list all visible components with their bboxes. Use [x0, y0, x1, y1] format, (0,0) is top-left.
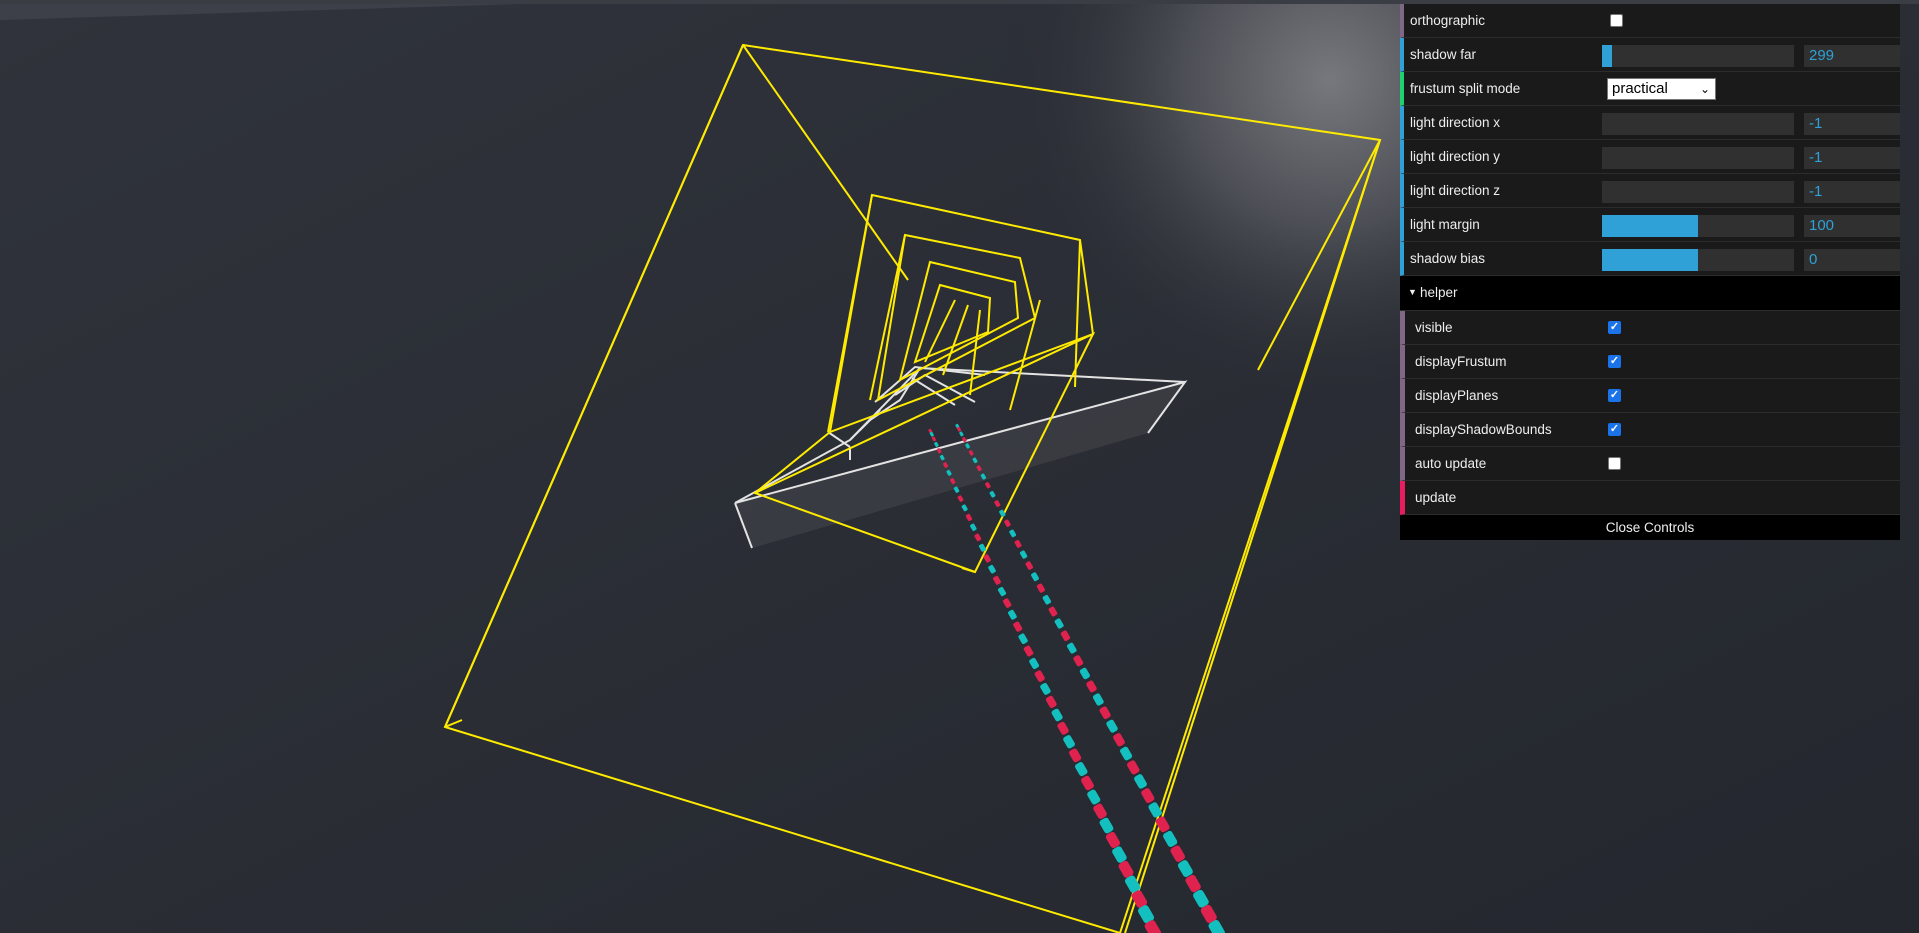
shadow-far-slider[interactable]	[1602, 45, 1794, 67]
update-button[interactable]: update	[1400, 481, 1900, 515]
close-controls-button[interactable]: Close Controls	[1400, 515, 1900, 540]
shadow-far-label: shadow far	[1410, 47, 1477, 62]
auto-update-label: auto update	[1415, 456, 1487, 471]
controls-panel: orthographic shadow far 299 frustum spli…	[1400, 4, 1900, 540]
display-shadow-bounds-checkbox[interactable]: ✓	[1608, 423, 1621, 436]
light-margin-label: light margin	[1410, 217, 1480, 232]
light-direction-y-label: light direction y	[1410, 149, 1501, 164]
light-direction-z-row: light direction z -1	[1400, 174, 1900, 208]
helper-folder-label: helper	[1420, 285, 1458, 300]
display-planes-checkbox[interactable]: ✓	[1608, 389, 1621, 402]
display-shadow-bounds-label: displayShadowBounds	[1415, 422, 1552, 437]
frustum-split-mode-value: practical	[1612, 80, 1668, 97]
orthographic-label: orthographic	[1410, 13, 1486, 28]
display-frustum-checkbox[interactable]: ✓	[1608, 355, 1621, 368]
visible-row[interactable]: visible ✓	[1400, 311, 1900, 345]
light-margin-row: light margin 100	[1400, 208, 1900, 242]
light-direction-z-input[interactable]: -1	[1804, 181, 1900, 203]
display-planes-row[interactable]: displayPlanes ✓	[1400, 379, 1900, 413]
orthographic-checkbox[interactable]	[1610, 14, 1623, 27]
light-direction-y-slider[interactable]	[1602, 147, 1794, 169]
visible-label: visible	[1415, 320, 1453, 335]
light-margin-slider-fill	[1602, 215, 1698, 237]
light-direction-x-row: light direction x -1	[1400, 106, 1900, 140]
caret-down-icon: ▼	[1408, 287, 1417, 297]
display-shadow-bounds-row[interactable]: displayShadowBounds ✓	[1400, 413, 1900, 447]
shadow-bias-slider-fill	[1602, 249, 1698, 271]
frustum-split-mode-label: frustum split mode	[1410, 81, 1521, 96]
helper-folder-title[interactable]: ▼ helper	[1400, 276, 1900, 311]
light-direction-z-slider[interactable]	[1602, 181, 1794, 203]
frustum-split-mode-row: frustum split mode practical ⌄	[1400, 72, 1900, 106]
light-direction-x-label: light direction x	[1410, 115, 1501, 130]
shadow-far-slider-fill	[1602, 45, 1612, 67]
display-frustum-row[interactable]: displayFrustum ✓	[1400, 345, 1900, 379]
light-margin-input[interactable]: 100	[1804, 215, 1900, 237]
auto-update-checkbox[interactable]	[1608, 457, 1621, 470]
light-direction-x-input[interactable]: -1	[1804, 113, 1900, 135]
light-margin-slider[interactable]	[1602, 215, 1794, 237]
light-direction-z-label: light direction z	[1410, 183, 1501, 198]
shadow-bias-input[interactable]: 0	[1804, 249, 1900, 271]
light-direction-y-input[interactable]: -1	[1804, 147, 1900, 169]
shadow-bias-slider[interactable]	[1602, 249, 1794, 271]
light-direction-y-row: light direction y -1	[1400, 140, 1900, 174]
display-frustum-label: displayFrustum	[1415, 354, 1507, 369]
orthographic-row[interactable]: orthographic	[1400, 4, 1900, 38]
auto-update-row[interactable]: auto update	[1400, 447, 1900, 481]
light-direction-x-slider[interactable]	[1602, 113, 1794, 135]
display-planes-label: displayPlanes	[1415, 388, 1499, 403]
shadow-far-row: shadow far 299	[1400, 38, 1900, 72]
update-label: update	[1415, 490, 1457, 505]
frustum-split-mode-select[interactable]: practical ⌄	[1607, 78, 1716, 100]
shadow-bias-label: shadow bias	[1410, 251, 1486, 266]
chevron-down-icon: ⌄	[1699, 82, 1710, 96]
visible-checkbox[interactable]: ✓	[1608, 321, 1621, 334]
shadow-bias-row: shadow bias 0	[1400, 242, 1900, 276]
shadow-far-input[interactable]: 299	[1804, 45, 1900, 67]
